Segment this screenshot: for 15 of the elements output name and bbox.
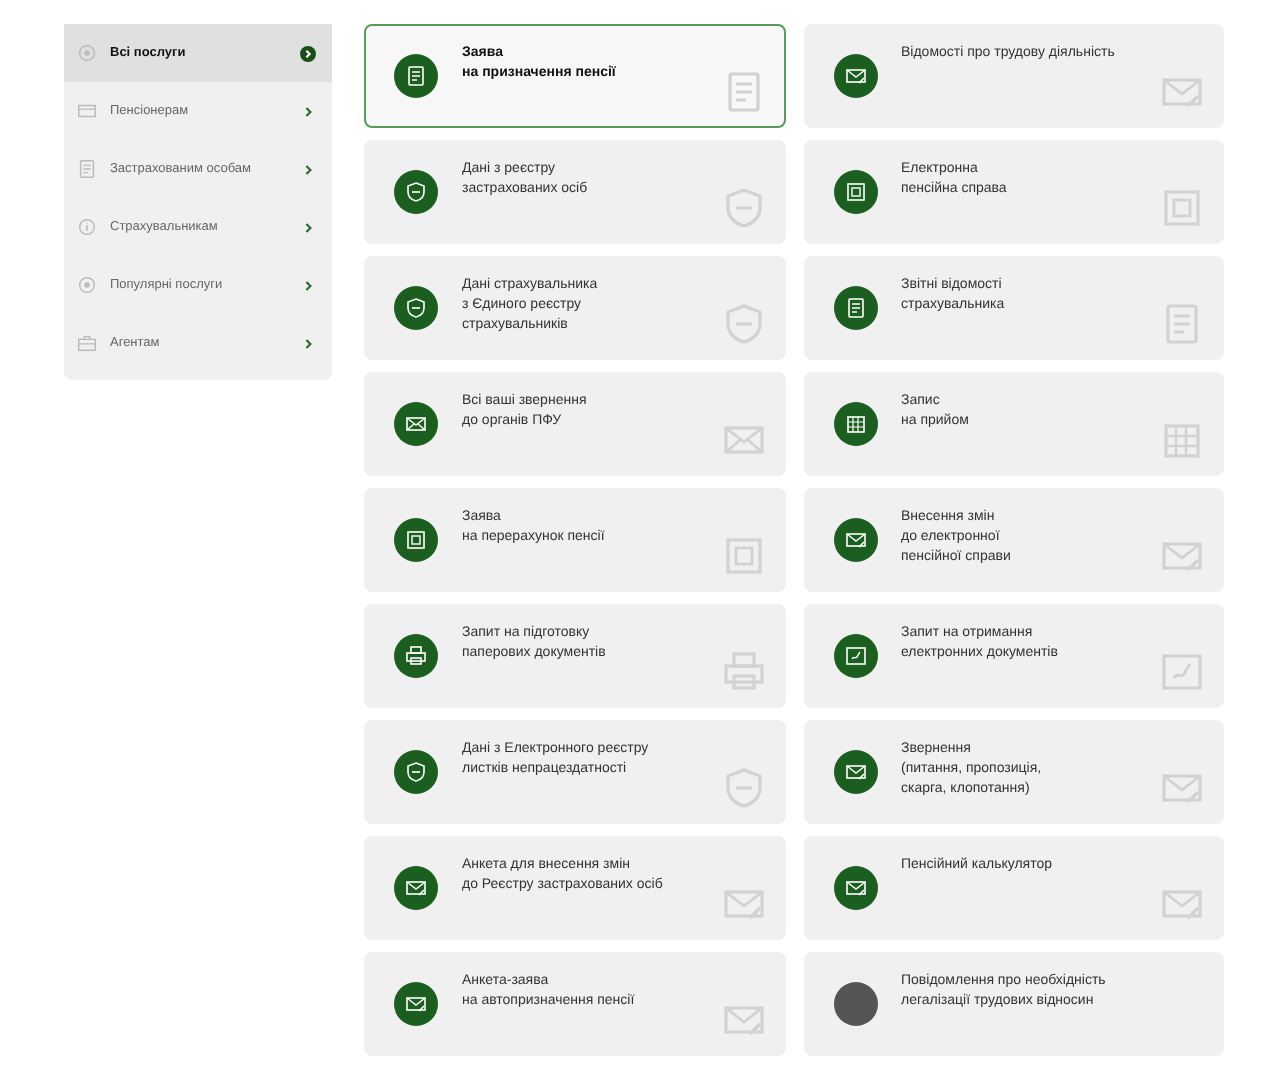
chevron-icon (300, 45, 316, 61)
chevron-icon (300, 277, 316, 293)
chevron-icon (300, 103, 316, 119)
folder-icon (1158, 184, 1206, 232)
info-icon (76, 216, 98, 238)
briefcase-icon (76, 332, 98, 354)
document-icon (76, 158, 98, 180)
card-icon (76, 100, 98, 122)
printer-icon (719, 648, 767, 696)
chevron-icon (300, 219, 316, 235)
circle-icon (76, 42, 98, 64)
circle-icon (76, 274, 98, 296)
chevron-icon (300, 161, 316, 177)
chevron-icon (300, 335, 316, 351)
signature-icon (1158, 648, 1206, 696)
